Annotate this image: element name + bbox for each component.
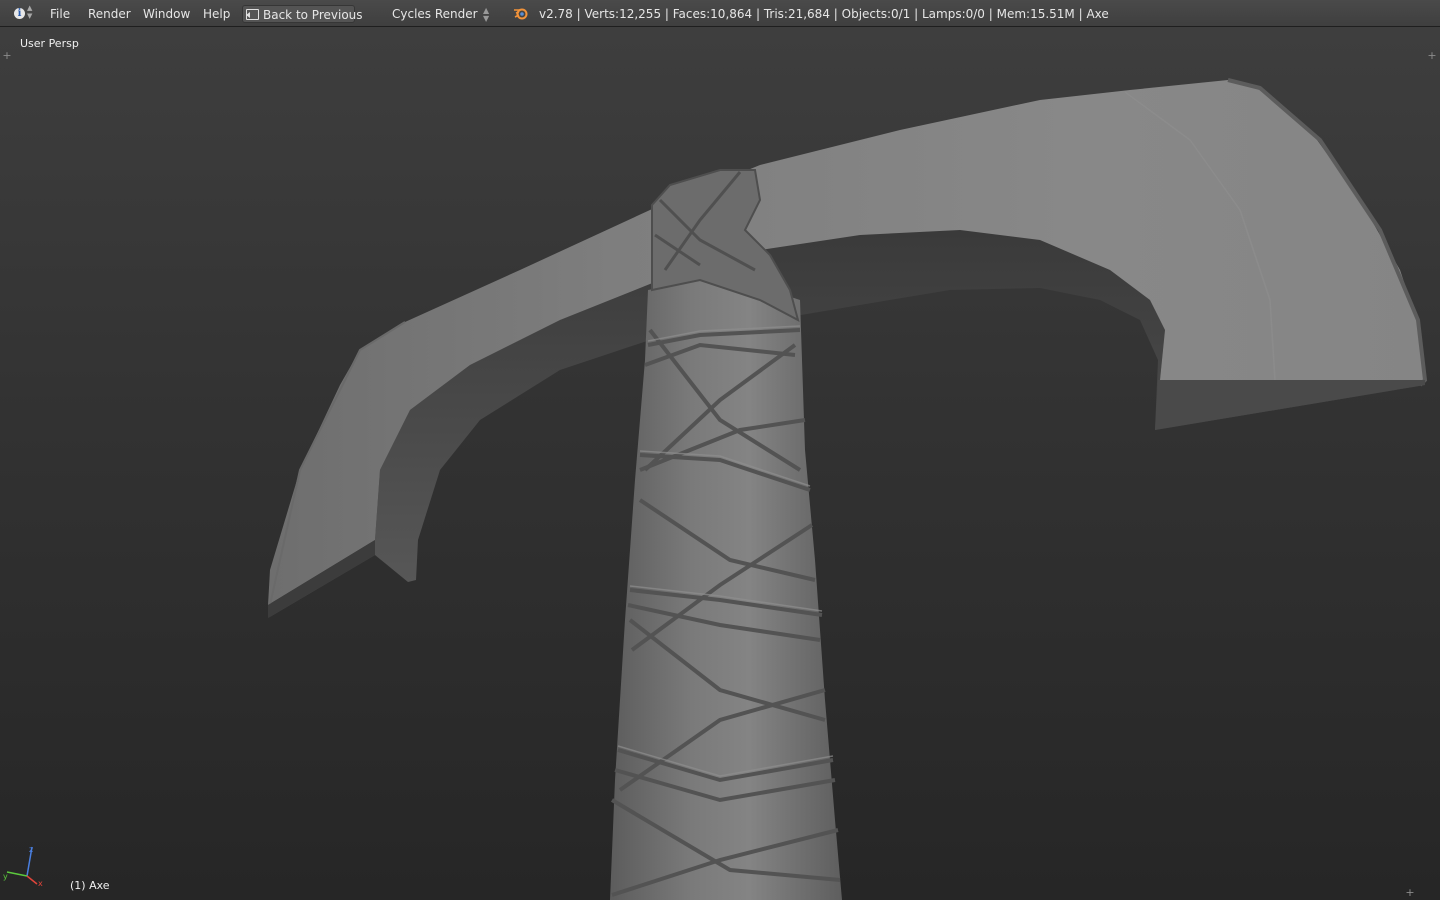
view-name-label: User Persp [20,37,79,50]
scene-statistics: v2.78 | Verts:12,255 | Faces:10,864 | Tr… [539,7,1109,21]
back-to-previous-label: Back to Previous [263,8,363,22]
z-axis-label: z [29,845,33,854]
blade-edge-lower [1155,380,1425,430]
menu-help[interactable]: Help [203,0,230,27]
info-header: i ▲ ▼ File Render Window Help Back to Pre… [0,0,1440,27]
chevron-updown-icon: ▲ ▼ [27,4,33,20]
3d-viewport[interactable]: User Persp + + + z y x (1) Axe [0,27,1440,900]
render-engine-select[interactable]: Cycles Render ▲ ▼ [383,0,496,27]
axe-model[interactable] [0,27,1440,900]
info-icon: i [14,8,25,19]
menu-window[interactable]: Window [143,0,190,27]
active-object-label: (1) Axe [70,879,110,892]
editor-type-selector[interactable]: i ▲ ▼ [9,4,37,23]
render-engine-value: Cycles Render [392,7,478,21]
x-axis-label: x [38,879,43,888]
back-to-previous-button[interactable]: Back to Previous [242,5,363,23]
menu-render[interactable]: Render [88,0,131,27]
chevron-updown-icon: ▲ ▼ [483,6,490,23]
region-expand-icon[interactable]: + [1405,887,1415,898]
blender-logo-icon [513,0,529,27]
region-expand-icon[interactable]: + [2,50,12,61]
y-axis-label: y [3,872,8,881]
y-axis-line [6,871,28,877]
back-icon [246,9,259,20]
region-expand-icon[interactable]: + [1427,50,1437,61]
blade-top [268,80,1425,605]
x-axis-line [26,875,38,885]
menu-file[interactable]: File [50,0,70,27]
axis-gizmo: z y x [2,842,52,896]
